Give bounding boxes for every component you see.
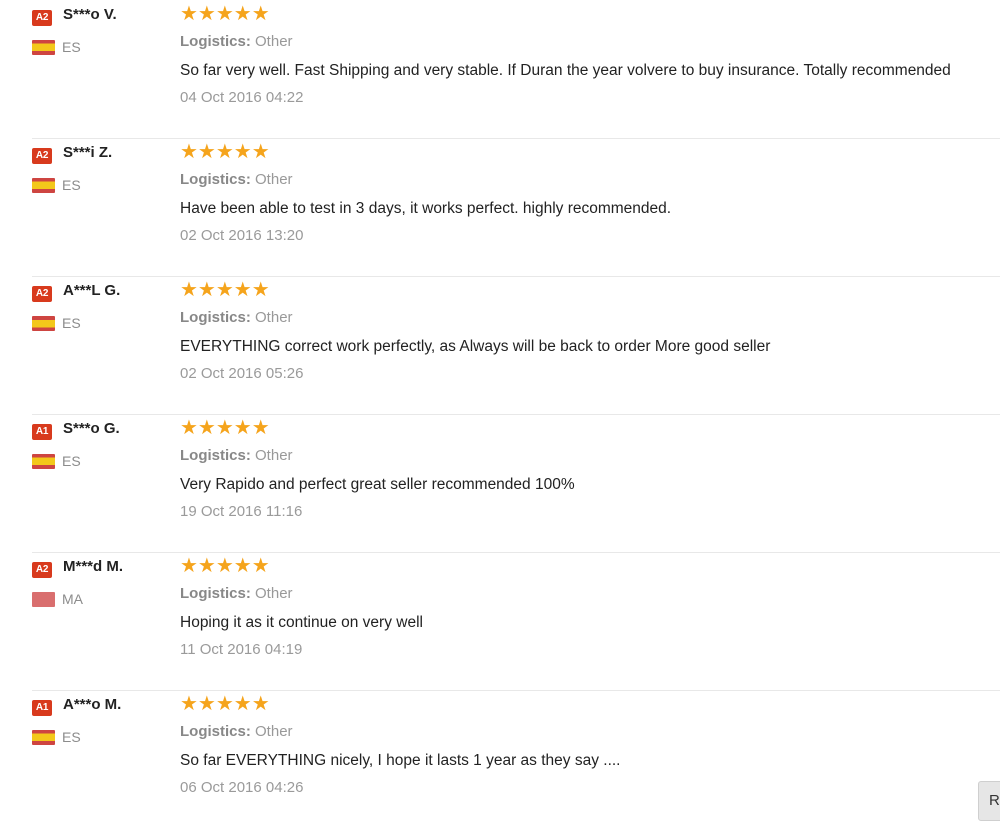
- buyer-level-badge: A2: [32, 286, 52, 302]
- review-date: 19 Oct 2016 11:16: [180, 503, 303, 520]
- logistics-value: Other: [255, 723, 293, 740]
- buyer-country: ES: [62, 177, 81, 193]
- star-rating: ★★★★★: [180, 417, 270, 439]
- review-comment: Have been able to test in 3 days, it wor…: [180, 200, 672, 217]
- logistics-value: Other: [255, 171, 293, 188]
- logistics-label: Logistics:: [180, 33, 251, 50]
- review-date: 06 Oct 2016 04:26: [180, 779, 304, 796]
- buyer-name: S***o V.: [63, 6, 117, 23]
- logistics-label: Logistics:: [180, 447, 251, 464]
- buyer-level-badge: A2: [32, 10, 52, 26]
- flag-icon: [32, 40, 55, 55]
- buyer-name: A***L G.: [63, 282, 121, 299]
- logistics-info: Logistics: Other: [180, 585, 293, 602]
- buyer-level-badge: A1: [32, 424, 52, 440]
- logistics-label: Logistics:: [180, 723, 251, 740]
- buyer-name: S***i Z.: [63, 144, 113, 161]
- star-rating: ★★★★★: [180, 3, 270, 25]
- buyer-country: ES: [62, 453, 81, 469]
- flag-icon: [32, 730, 55, 745]
- buyer-name: A***o M.: [63, 696, 122, 713]
- logistics-label: Logistics:: [180, 309, 251, 326]
- flag-icon: [32, 454, 55, 469]
- logistics-info: Logistics: Other: [180, 171, 293, 188]
- star-rating: ★★★★★: [180, 555, 270, 577]
- star-rating: ★★★★★: [180, 693, 270, 715]
- review-date: 02 Oct 2016 05:26: [180, 365, 304, 382]
- review-date: 02 Oct 2016 13:20: [180, 227, 304, 244]
- buyer-country: MA: [62, 591, 83, 607]
- review-item: A2 M***d M. MA ★★★★★ Logistics: Other Ho…: [32, 552, 1000, 691]
- star-rating: ★★★★★: [180, 279, 270, 301]
- logistics-value: Other: [255, 309, 293, 326]
- logistics-info: Logistics: Other: [180, 447, 293, 464]
- flag-icon: [32, 178, 55, 193]
- buyer-name: S***o G.: [63, 420, 120, 437]
- buyer-level-badge: A2: [32, 148, 52, 164]
- logistics-label: Logistics:: [180, 171, 251, 188]
- buyer-level-badge: A2: [32, 562, 52, 578]
- logistics-info: Logistics: Other: [180, 309, 293, 326]
- review-item: A2 S***o V. ES ★★★★★ Logistics: Other So…: [32, 0, 1000, 139]
- logistics-value: Other: [255, 447, 293, 464]
- buyer-name: M***d M.: [63, 558, 123, 575]
- review-comment: Very Rapido and perfect great seller rec…: [180, 476, 575, 493]
- logistics-value: Other: [255, 33, 293, 50]
- corner-button[interactable]: R: [978, 781, 1000, 821]
- flag-icon: [32, 592, 55, 607]
- flag-icon: [32, 316, 55, 331]
- logistics-info: Logistics: Other: [180, 723, 293, 740]
- review-date: 11 Oct 2016 04:19: [180, 641, 303, 658]
- buyer-country: ES: [62, 729, 81, 745]
- logistics-info: Logistics: Other: [180, 33, 293, 50]
- buyer-country: ES: [62, 315, 81, 331]
- review-comment: EVERYTHING correct work perfectly, as Al…: [180, 338, 771, 355]
- logistics-label: Logistics:: [180, 585, 251, 602]
- logistics-value: Other: [255, 585, 293, 602]
- review-comment: So far very well. Fast Shipping and very…: [180, 62, 951, 79]
- review-comment: Hoping it as it continue on very well: [180, 614, 423, 631]
- review-date: 04 Oct 2016 04:22: [180, 89, 304, 106]
- buyer-level-badge: A1: [32, 700, 52, 716]
- review-item: A1 S***o G. ES ★★★★★ Logistics: Other Ve…: [32, 414, 1000, 553]
- review-item: A1 A***o M. ES ★★★★★ Logistics: Other So…: [32, 690, 1000, 828]
- buyer-country: ES: [62, 39, 81, 55]
- review-item: A2 A***L G. ES ★★★★★ Logistics: Other EV…: [32, 276, 1000, 415]
- star-rating: ★★★★★: [180, 141, 270, 163]
- review-comment: So far EVERYTHING nicely, I hope it last…: [180, 752, 621, 769]
- review-item: A2 S***i Z. ES ★★★★★ Logistics: Other Ha…: [32, 138, 1000, 277]
